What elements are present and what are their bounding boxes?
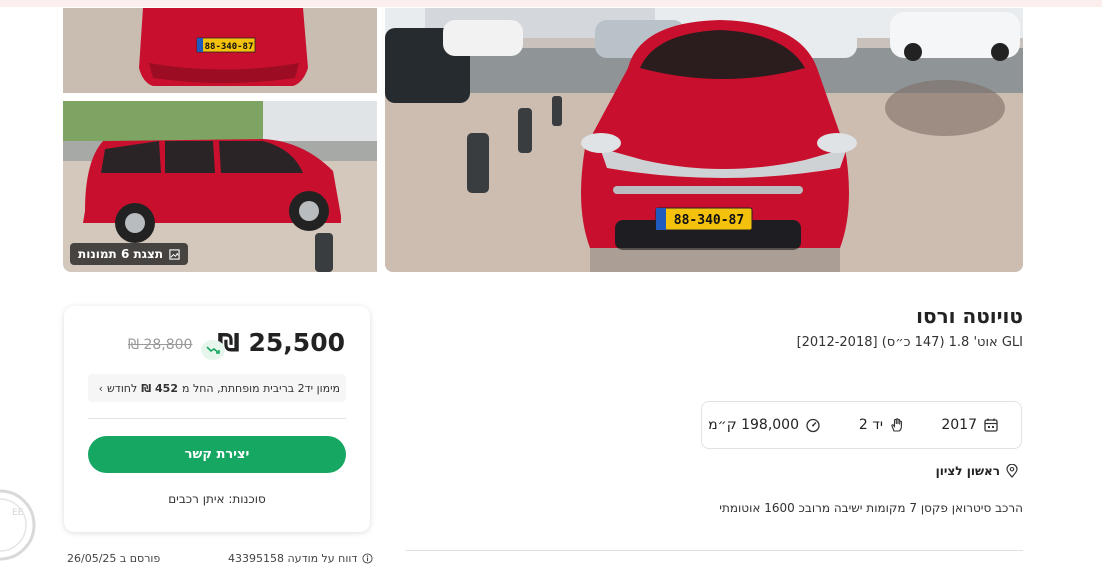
spec-year: 2017: [941, 402, 999, 448]
published-date: פורסם ב 26/05/25: [67, 552, 161, 565]
finance-text: מימון יד2 בריבית מופחתת, החל מ: [182, 381, 340, 395]
card-divider: [88, 418, 346, 419]
main-car-photo[interactable]: 88-340-87: [385, 8, 1023, 272]
finance-period: לחודש: [107, 381, 138, 395]
hand-icon: [891, 418, 902, 432]
report-text: דווח על מודעה 43395158: [228, 552, 358, 565]
spec-hand-value: יד 2: [858, 417, 883, 433]
section-divider: [406, 550, 1023, 551]
show-photos-label: תצגת 6 תמונות: [78, 247, 164, 261]
location-text: ראשון לציון: [935, 464, 1000, 478]
spec-hand: יד 2: [859, 402, 905, 448]
show-photos-button[interactable]: תצגת 6 תמונות: [70, 243, 189, 265]
spec-year-value: 2017: [941, 417, 977, 433]
watermark-seal: EE: [0, 489, 36, 561]
listing-description: הרכב סיטרואן פקסן 7 מקומות ישיבה מרובכ 1…: [719, 501, 1023, 515]
listing-title: טויוטה ורסו: [916, 304, 1023, 328]
calendar-icon: [984, 418, 998, 432]
trend-down-icon: [206, 346, 220, 354]
previous-price: 28,800 ₪: [128, 337, 193, 353]
report-listing-link[interactable]: דווח על מודעה 43395158: [228, 552, 373, 565]
agency-name: סוכנות: איתן רכבים: [168, 492, 266, 506]
listing-subtitle: GLI אוט' 1.8 (147 כ״ס) [2012-2018]: [796, 335, 1023, 350]
spec-km: 198,000 ק״מ: [708, 402, 821, 448]
gallery-icon: [169, 248, 180, 260]
speedometer-icon: [806, 418, 820, 433]
location-pin-icon: [1006, 464, 1018, 478]
svg-text:EE: EE: [12, 508, 24, 518]
price-drop-badge: [201, 340, 225, 360]
current-price: 25,500 ₪: [217, 328, 345, 357]
info-icon: [362, 553, 373, 564]
thumbnail-rear-photo[interactable]: 88-340-87: [63, 8, 377, 93]
finance-amount: 452 ₪: [141, 381, 178, 395]
chevron-left-icon: ›: [98, 381, 104, 395]
financing-offer[interactable]: מימון יד2 בריבית מופחתת, החל מ 452 ₪ לחו…: [88, 374, 346, 402]
contact-button[interactable]: יצירת קשר: [88, 436, 346, 473]
plate-text-rear: 88-340-87: [205, 42, 254, 52]
plate-text-main: 88-340-87: [674, 213, 744, 228]
specs-box: 2017 יד 2 198,000 ק״מ: [701, 401, 1022, 449]
location: ראשון לציון: [936, 464, 1019, 478]
top-strip: [0, 0, 1102, 7]
price-card: 25,500 ₪ 28,800 ₪ מימון יד2 בריבית מופחת…: [64, 306, 370, 532]
spec-km-value: 198,000 ק״מ: [708, 417, 799, 433]
